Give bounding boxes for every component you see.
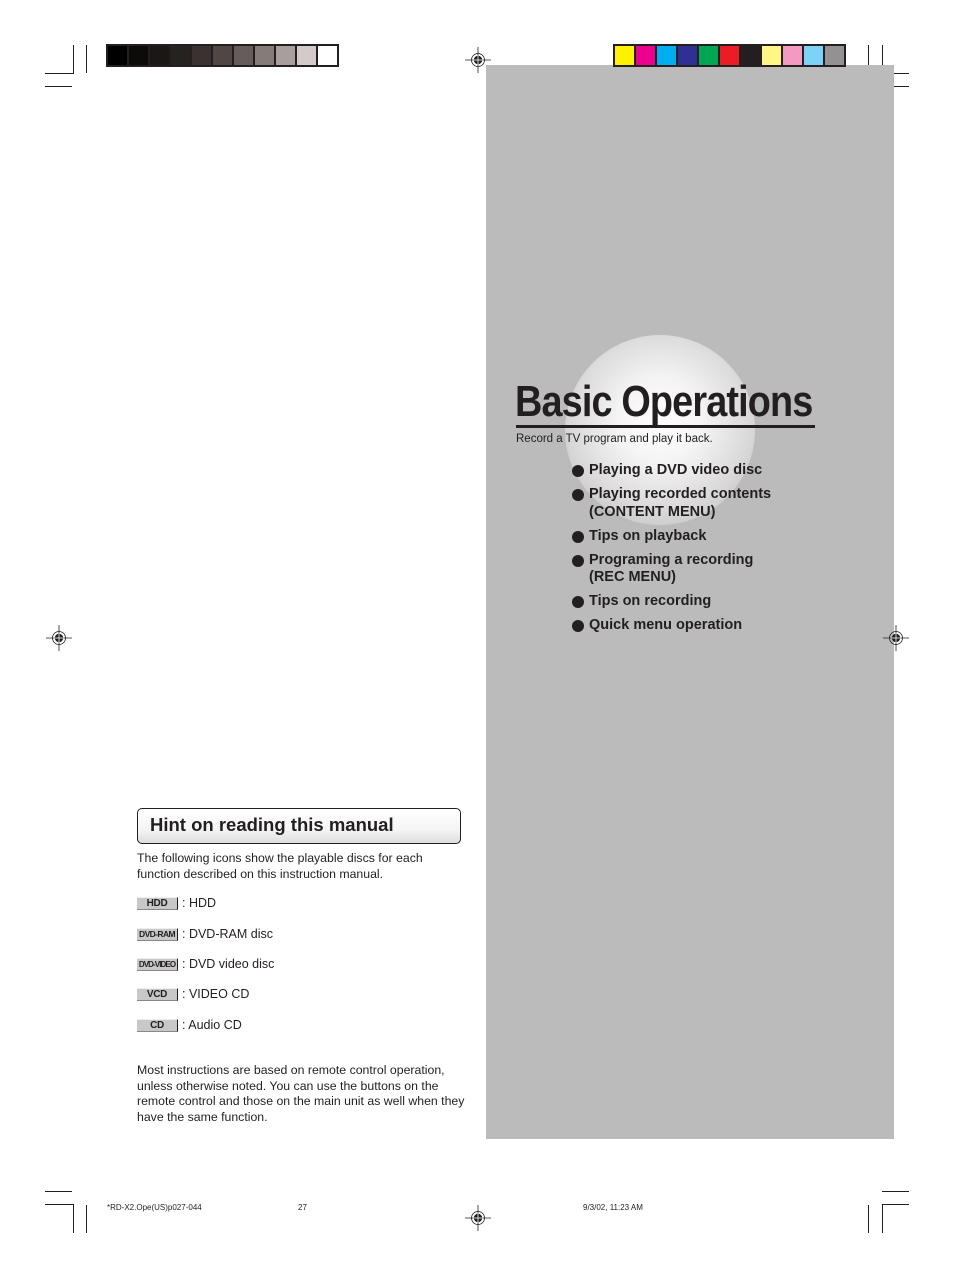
bullet-icon bbox=[572, 489, 584, 501]
topic-label: Tips on recording bbox=[589, 593, 712, 609]
crop-mark bbox=[45, 1204, 74, 1205]
disc-description: : Audio CD bbox=[182, 1018, 242, 1032]
topic-label: Quick menu operation bbox=[589, 617, 743, 633]
color-swatch bbox=[657, 46, 676, 65]
color-swatch bbox=[615, 46, 634, 65]
footer-filename: *RD-X2.Ope(US)p027-044 bbox=[107, 1203, 202, 1212]
crop-mark bbox=[882, 1204, 883, 1233]
color-swatch bbox=[825, 46, 844, 65]
color-swatch-bar bbox=[613, 44, 846, 67]
disc-legend-row: VCD : VIDEO CD bbox=[137, 987, 249, 1001]
color-swatch bbox=[720, 46, 739, 65]
dvd-video-disc-icon: DVD-VIDEO bbox=[137, 957, 178, 971]
topic-item: Tips on recording bbox=[572, 593, 771, 611]
disc-description: : HDD bbox=[182, 896, 217, 910]
hint-intro-text: The following icons show the playable di… bbox=[137, 851, 423, 881]
grayscale-swatch bbox=[213, 46, 232, 65]
bullet-icon bbox=[572, 596, 584, 608]
disc-description: : DVD-RAM disc bbox=[182, 927, 273, 941]
crop-mark bbox=[45, 86, 72, 87]
color-swatch bbox=[762, 46, 781, 65]
section-title: Basic Operations bbox=[515, 377, 813, 426]
cd-disc-icon: CD bbox=[137, 1018, 178, 1032]
bullet-icon bbox=[572, 530, 584, 543]
vcd-disc-icon: VCD bbox=[137, 987, 178, 1001]
crop-mark bbox=[73, 45, 74, 74]
registration-mark-icon bbox=[465, 1205, 491, 1231]
grayscale-swatch bbox=[276, 46, 295, 65]
hdd-disc-icon: HDD bbox=[137, 896, 178, 910]
topic-item: Quick menu operation bbox=[572, 617, 771, 635]
grayscale-swatch bbox=[150, 46, 169, 65]
grayscale-swatch bbox=[318, 46, 337, 65]
registration-mark-icon bbox=[465, 47, 491, 73]
topic-sublabel: (REC MENU) bbox=[589, 569, 676, 585]
topic-label: Tips on playback bbox=[589, 527, 707, 544]
crop-mark bbox=[45, 1191, 72, 1192]
topic-item: Playing recorded contents (CONTENT MENU) bbox=[572, 486, 771, 521]
bullet-icon bbox=[572, 465, 584, 477]
hint-heading: Hint on reading this manual bbox=[150, 814, 394, 835]
disc-description: : VIDEO CD bbox=[182, 987, 250, 1001]
color-swatch bbox=[699, 46, 718, 65]
registration-mark-icon bbox=[46, 625, 72, 651]
crop-mark bbox=[882, 1204, 909, 1205]
topic-label: Playing a DVD video disc bbox=[589, 462, 763, 478]
grayscale-swatch bbox=[171, 46, 190, 65]
disc-legend-row: DVD-RAM : DVD-RAM disc bbox=[137, 927, 273, 941]
footer-page-number: 27 bbox=[298, 1203, 307, 1212]
title-underline bbox=[516, 425, 815, 428]
operation-notes: Most instructions are based on remote co… bbox=[137, 1063, 465, 1124]
color-swatch bbox=[783, 46, 802, 65]
color-swatch bbox=[804, 46, 823, 65]
grayscale-swatch bbox=[129, 46, 148, 65]
crop-mark bbox=[882, 1191, 909, 1192]
bullet-icon bbox=[572, 620, 584, 632]
crop-mark bbox=[86, 45, 87, 73]
section-subtitle: Record a TV program and play it back. bbox=[516, 433, 713, 445]
grayscale-swatch bbox=[297, 46, 316, 65]
topic-sublabel: (CONTENT MENU) bbox=[589, 503, 716, 520]
color-swatch bbox=[741, 46, 760, 65]
registration-mark-icon bbox=[883, 625, 909, 651]
grayscale-swatch-bar bbox=[106, 44, 339, 67]
crop-mark bbox=[45, 73, 74, 74]
disc-description: : DVD video disc bbox=[182, 957, 275, 971]
color-swatch bbox=[678, 46, 697, 65]
crop-mark bbox=[73, 1204, 74, 1233]
disc-legend-row: DVD-VIDEO : DVD video disc bbox=[137, 957, 274, 971]
grayscale-swatch bbox=[192, 46, 211, 65]
bullet-icon bbox=[572, 554, 584, 567]
disc-legend-row: CD : Audio CD bbox=[137, 1018, 242, 1032]
grayscale-swatch bbox=[234, 46, 253, 65]
topic-label: Programing a recording bbox=[589, 551, 754, 568]
footer-timestamp: 9/3/02, 11:23 AM bbox=[583, 1203, 643, 1212]
topic-list: Playing a DVD video disc Playing recorde… bbox=[572, 462, 771, 641]
grayscale-swatch bbox=[255, 46, 274, 65]
crop-mark bbox=[86, 1205, 87, 1233]
topic-label: Playing recorded contents bbox=[589, 486, 772, 502]
topic-item: Tips on playback bbox=[572, 528, 771, 546]
grayscale-swatch bbox=[108, 46, 127, 65]
topic-item: Playing a DVD video disc bbox=[572, 462, 771, 480]
dvd-ram-disc-icon: DVD-RAM bbox=[137, 927, 178, 941]
crop-mark bbox=[868, 1205, 869, 1233]
color-swatch bbox=[636, 46, 655, 65]
disc-legend-row: HDD : HDD bbox=[137, 896, 216, 910]
topic-item: Programing a recording (REC MENU) bbox=[572, 552, 771, 587]
